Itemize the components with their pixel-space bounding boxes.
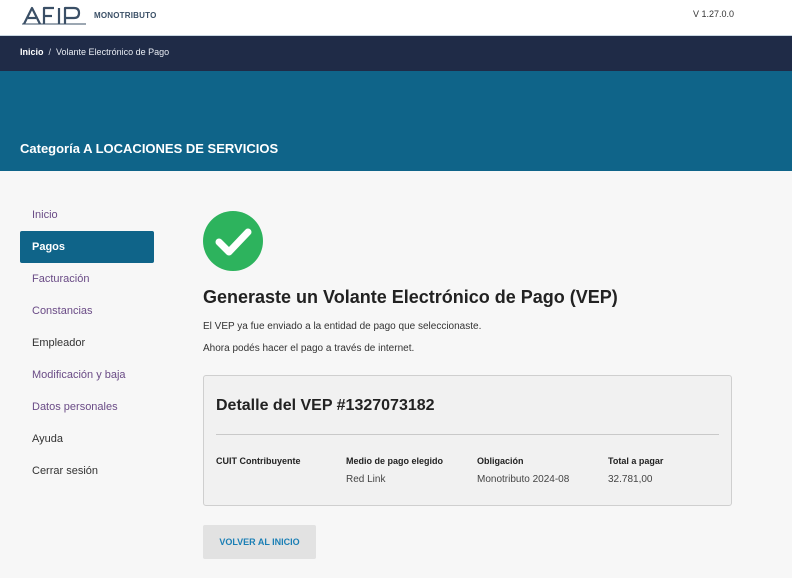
vep-sent-message: El VEP ya fue enviado a la entidad de pa… <box>203 321 482 332</box>
detail-column-obligation: Obligación Monotributo 2024-08 <box>477 456 569 486</box>
sidebar-item-facturacion[interactable]: Facturación <box>20 263 154 295</box>
detail-label: Total a pagar <box>608 456 664 466</box>
sidebar-item-pagos[interactable]: Pagos <box>20 231 154 263</box>
sidebar-item-inicio[interactable]: Inicio <box>20 199 154 231</box>
detail-value: Red Link <box>346 474 386 485</box>
afip-logo[interactable] <box>22 6 88 26</box>
vep-detail-card: Detalle del VEP #1327073182 CUIT Contrib… <box>203 375 732 506</box>
detail-label: Medio de pago elegido <box>346 456 444 466</box>
sidebar-item-datos-personales[interactable]: Datos personales <box>20 391 154 423</box>
afip-logo-icon <box>22 6 86 25</box>
page-title: Generaste un Volante Electrónico de Pago… <box>203 287 618 307</box>
vep-detail-title: Detalle del VEP #1327073182 <box>216 397 435 414</box>
detail-value: Monotributo 2024-08 <box>477 474 570 485</box>
detail-label: Obligación <box>477 456 524 466</box>
card-divider <box>216 434 719 435</box>
product-name: MONOTRIBUTO <box>94 11 157 20</box>
detail-column-payment-method: Medio de pago elegido Red Link <box>346 456 443 486</box>
version-label: V 1.27.0.0 <box>692 9 734 19</box>
breadcrumb-current: Volante Electrónico de Pago <box>56 47 170 57</box>
category-title: Categoría A LOCACIONES DE SERVICIOS <box>20 141 279 156</box>
breadcrumb: Inicio / Volante Electrónico de Pago <box>20 47 169 57</box>
detail-value <box>216 474 301 486</box>
detail-label: CUIT Contribuyente <box>216 456 301 466</box>
success-check-icon <box>203 211 263 271</box>
breadcrumb-separator: / <box>48 47 52 57</box>
sidebar-item-cerrar-sesion[interactable]: Cerrar sesión <box>20 455 154 487</box>
sidebar-item-ayuda[interactable]: Ayuda <box>20 423 154 455</box>
breadcrumb-home-link[interactable]: Inicio <box>20 47 44 57</box>
detail-column-total: Total a pagar 32.781,00 <box>608 456 663 486</box>
sidebar-item-modificacion-baja[interactable]: Modificación y baja <box>20 359 154 391</box>
detail-column-cuit: CUIT Contribuyente <box>216 456 301 486</box>
top-header: MONOTRIBUTO V 1.27.0.0 <box>0 0 792 36</box>
breadcrumb-bar: Inicio / Volante Electrónico de Pago <box>0 36 792 71</box>
sidebar-item-constancias[interactable]: Constancias <box>20 295 154 327</box>
category-banner: Categoría A LOCACIONES DE SERVICIOS <box>0 71 792 171</box>
detail-value: 32.781,00 <box>608 474 653 485</box>
sidebar-nav: Inicio Pagos Facturación Constancias Emp… <box>20 199 154 487</box>
sidebar-item-empleador[interactable]: Empleador <box>20 327 154 359</box>
back-to-home-button[interactable]: VOLVER AL INICIO <box>203 525 316 559</box>
pay-online-message: Ahora podés hacer el pago a través de in… <box>203 343 415 354</box>
